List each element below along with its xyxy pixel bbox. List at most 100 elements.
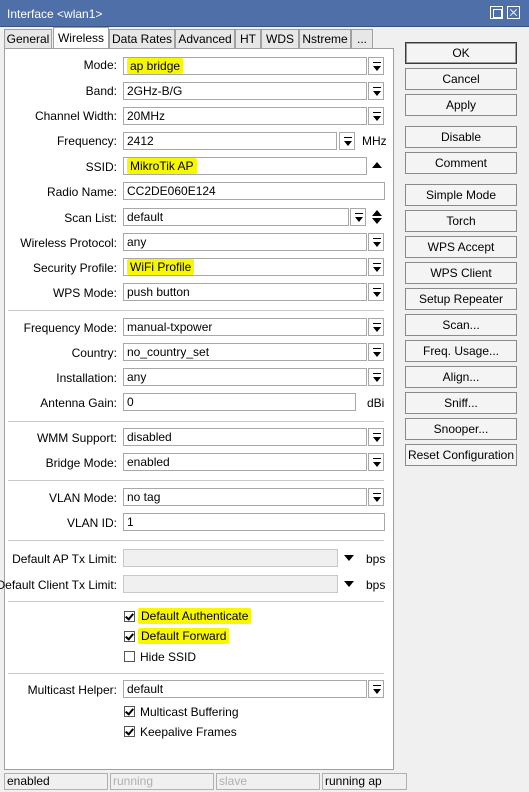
hide-ssid-checkbox[interactable]	[124, 651, 135, 662]
wireless-protocol-dropdown-icon[interactable]	[368, 233, 384, 251]
wps-mode-label: WPS Mode:	[52, 286, 117, 300]
wps-client-button[interactable]: WPS Client	[405, 262, 517, 284]
keepalive-frames-label: Keepalive Frames	[140, 725, 237, 739]
status-running: running	[110, 773, 214, 790]
scan-list-select[interactable]: default	[123, 208, 349, 226]
frequency-dropdown-icon[interactable]	[339, 132, 355, 150]
wps-mode-dropdown-icon[interactable]	[368, 283, 384, 301]
band-label: Band:	[85, 84, 117, 98]
sniff-button[interactable]: Sniff...	[405, 392, 517, 414]
align-button[interactable]: Align...	[405, 366, 517, 388]
simple-mode-button[interactable]: Simple Mode	[405, 184, 517, 206]
antenna-gain-label: Antenna Gain:	[40, 396, 117, 410]
tab-wds[interactable]: WDS	[261, 29, 299, 49]
country-select[interactable]: no_country_set	[123, 343, 367, 361]
security-profile-select[interactable]: WiFi Profile	[123, 258, 367, 276]
snooper-button[interactable]: Snooper...	[405, 418, 517, 440]
tab-general[interactable]: General	[4, 29, 52, 49]
freq-usage-button[interactable]: Freq. Usage...	[405, 340, 517, 362]
wps-accept-button[interactable]: WPS Accept	[405, 236, 517, 258]
scan-list-dropdown-icon[interactable]	[350, 208, 366, 226]
tab-data-rates[interactable]: Data Rates	[109, 29, 175, 49]
vlan-id-input[interactable]: 1	[123, 513, 385, 531]
multicast-helper-select[interactable]: default	[123, 680, 367, 698]
ssid-collapse-icon[interactable]	[372, 162, 382, 168]
default-client-tx-limit-unit: bps	[366, 578, 386, 592]
status-slave: slave	[216, 773, 320, 790]
channel-width-label: Channel Width:	[34, 109, 117, 123]
default-client-tx-limit-dropdown-icon[interactable]	[344, 581, 354, 587]
reset-configuration-button[interactable]: Reset Configuration	[405, 444, 517, 466]
tab-wireless[interactable]: Wireless	[53, 27, 109, 49]
vlan-id-label: VLAN ID:	[66, 516, 117, 530]
country-label: Country:	[71, 346, 117, 360]
ssid-value: MikroTik AP	[127, 158, 197, 174]
wmm-support-dropdown-icon[interactable]	[368, 428, 384, 446]
mode-select[interactable]: ap bridge	[123, 57, 367, 75]
keepalive-frames-checkbox[interactable]	[124, 726, 135, 737]
channel-width-dropdown-icon[interactable]	[368, 107, 384, 125]
default-ap-tx-limit-input[interactable]	[123, 549, 338, 567]
vlan-mode-dropdown-icon[interactable]	[368, 488, 384, 506]
wireless-protocol-label: Wireless Protocol:	[20, 236, 117, 250]
multicast-buffering-label: Multicast Buffering	[140, 705, 239, 719]
wmm-support-select[interactable]: disabled	[123, 428, 367, 446]
divider	[8, 310, 384, 311]
setup-repeater-button[interactable]: Setup Repeater	[405, 288, 517, 310]
default-forward-label: Default Forward	[138, 628, 230, 644]
status-enabled: enabled	[4, 773, 108, 790]
close-icon[interactable]	[507, 6, 520, 19]
default-authenticate-checkbox[interactable]	[124, 611, 135, 622]
ok-button[interactable]: OK	[405, 42, 517, 64]
multicast-helper-dropdown-icon[interactable]	[368, 680, 384, 698]
divider	[8, 421, 384, 422]
default-forward-checkbox[interactable]	[124, 631, 135, 642]
multicast-buffering-checkbox[interactable]	[124, 706, 135, 717]
default-ap-tx-limit-unit: bps	[366, 552, 386, 566]
disable-button[interactable]: Disable	[405, 126, 517, 148]
scan-list-up-icon[interactable]	[372, 210, 382, 216]
vlan-mode-select[interactable]: no tag	[123, 488, 367, 506]
security-profile-dropdown-icon[interactable]	[368, 258, 384, 276]
default-authenticate-label: Default Authenticate	[138, 608, 252, 624]
default-ap-tx-limit-label: Default AP Tx Limit:	[12, 552, 117, 566]
restore-icon[interactable]	[490, 6, 503, 19]
mode-dropdown-icon[interactable]	[368, 57, 384, 75]
comment-button[interactable]: Comment	[405, 152, 517, 174]
frequency-mode-select[interactable]: manual-txpower	[123, 318, 367, 336]
wps-mode-select[interactable]: push button	[123, 283, 367, 301]
band-select[interactable]: 2GHz-B/G	[123, 82, 367, 100]
bridge-mode-dropdown-icon[interactable]	[368, 453, 384, 471]
tab-advanced[interactable]: Advanced	[175, 29, 235, 49]
antenna-gain-input[interactable]: 0	[123, 393, 356, 411]
wmm-support-label: WMM Support:	[36, 431, 117, 445]
tab-ht[interactable]: HT	[235, 29, 261, 49]
default-client-tx-limit-input[interactable]	[123, 575, 338, 593]
country-dropdown-icon[interactable]	[368, 343, 384, 361]
ssid-input[interactable]: MikroTik AP	[123, 157, 367, 175]
installation-select[interactable]: any	[123, 368, 367, 386]
multicast-helper-label: Multicast Helper:	[27, 683, 117, 697]
tab-more[interactable]: ...	[351, 29, 373, 49]
title-bar[interactable]: Interface <wlan1>	[0, 0, 529, 27]
scan-list-down-icon[interactable]	[372, 218, 382, 224]
cancel-button[interactable]: Cancel	[405, 68, 517, 90]
frequency-label: Frequency:	[56, 134, 117, 148]
channel-width-select[interactable]: 20MHz	[123, 107, 367, 125]
tab-nstreme[interactable]: Nstreme	[299, 29, 351, 49]
wireless-protocol-select[interactable]: any	[123, 233, 367, 251]
apply-button[interactable]: Apply	[405, 94, 517, 116]
bridge-mode-select[interactable]: enabled	[123, 453, 367, 471]
frequency-select[interactable]: 2412	[123, 132, 337, 150]
scan-button[interactable]: Scan...	[405, 314, 517, 336]
bridge-mode-label: Bridge Mode:	[45, 456, 117, 470]
radio-name-input[interactable]: CC2DE060E124	[123, 182, 385, 200]
installation-dropdown-icon[interactable]	[368, 368, 384, 386]
frequency-mode-dropdown-icon[interactable]	[368, 318, 384, 336]
default-ap-tx-limit-dropdown-icon[interactable]	[344, 555, 354, 561]
divider	[8, 601, 384, 602]
band-dropdown-icon[interactable]	[368, 82, 384, 100]
divider	[8, 480, 384, 481]
antenna-gain-unit: dBi	[367, 396, 385, 410]
torch-button[interactable]: Torch	[405, 210, 517, 232]
